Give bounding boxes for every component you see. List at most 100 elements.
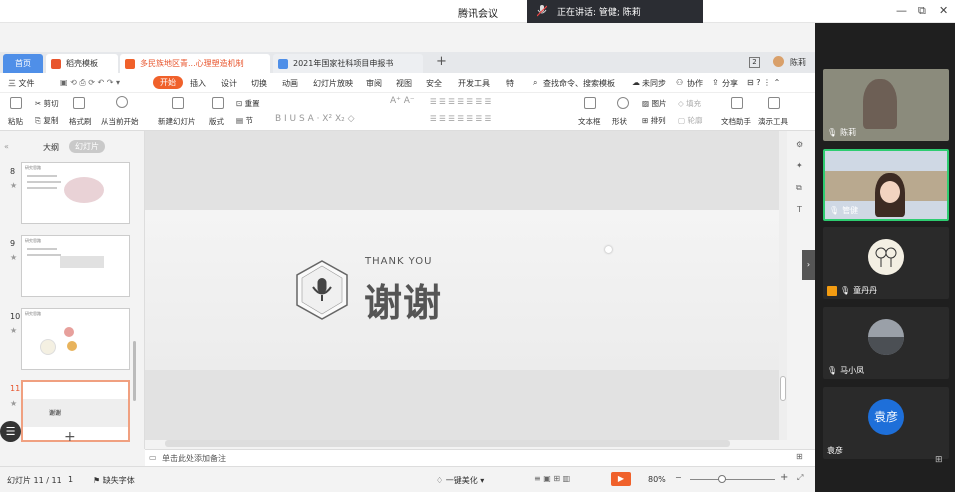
add-slide-button[interactable]: + <box>64 429 76 445</box>
shape-button[interactable]: 形状 <box>612 116 627 127</box>
textbox-icon[interactable] <box>584 97 596 109</box>
minimize-icon[interactable]: — <box>896 4 907 17</box>
font-grow-icons[interactable]: A⁺ A⁻ <box>390 96 415 106</box>
play-slideshow-button[interactable]: ▶ <box>611 472 631 486</box>
grid-view-icon[interactable]: ⊞ <box>935 455 943 465</box>
menu-item-slideshow[interactable]: 幻灯片放映 <box>313 78 353 89</box>
new-slide-button[interactable]: 新建幻灯片 <box>158 116 196 127</box>
user-icon <box>827 285 837 296</box>
tab-home[interactable]: 首页 <box>3 54 43 73</box>
tab-presentation[interactable]: 多民族地区青...心理塑造机制 <box>120 54 270 73</box>
play-icon[interactable] <box>116 96 128 108</box>
doc-assistant-icon[interactable] <box>731 97 743 109</box>
quick-access-icons[interactable]: ▣ ⟲ ⎙ ⟳ ↶ ↷ ▾ <box>60 78 120 88</box>
ppt-file-icon <box>125 59 135 69</box>
section-button[interactable]: ▤ 节 <box>236 115 253 126</box>
zoom-level[interactable]: 80% <box>648 475 666 484</box>
close-icon[interactable]: ✕ <box>939 4 948 17</box>
shape-icon[interactable]: ✦ <box>796 161 803 170</box>
panel-scrollbar[interactable] <box>133 341 136 401</box>
collapse-panel-icon[interactable]: « <box>4 142 9 151</box>
zoom-out-button[interactable]: − <box>675 473 682 482</box>
menu-item-transition[interactable]: 切换 <box>251 78 267 89</box>
layout-button[interactable]: 版式 <box>209 116 224 127</box>
outline-button[interactable]: ▢ 轮廓 <box>678 115 702 126</box>
share-button[interactable]: 分享 <box>722 78 738 89</box>
participant-tile[interactable]: 🎙 童丹丹 <box>823 227 949 299</box>
copy-icon[interactable]: ⧉ <box>796 183 802 193</box>
microphone-active-icon: 🎙 <box>829 206 840 215</box>
vertical-scroll-thumb[interactable] <box>780 376 786 401</box>
paste-button[interactable]: 粘贴 <box>8 116 23 127</box>
menu-item-animation[interactable]: 动画 <box>282 78 298 89</box>
slide-thumbnail-9[interactable]: 研究思路 <box>21 235 130 297</box>
horizontal-scrollbar[interactable] <box>165 440 730 447</box>
participant-tile[interactable]: 袁彦 袁彦 <box>823 387 949 459</box>
tab-count-badge[interactable]: 2 <box>749 57 760 68</box>
menu-item-design[interactable]: 设计 <box>221 78 237 89</box>
menu-item-devtools[interactable]: 开发工具 <box>458 78 490 89</box>
zoom-slider[interactable] <box>690 479 775 480</box>
outline-tab[interactable]: 大纲 <box>43 142 59 153</box>
zoom-slider-thumb[interactable] <box>718 475 726 483</box>
participant-tile[interactable]: 🎙 陈莉 <box>823 69 949 141</box>
slides-tab[interactable]: 幻灯片 <box>69 140 105 153</box>
vertical-scrollbar[interactable] <box>779 131 787 440</box>
picture-button[interactable]: ▨ 图片 <box>642 98 666 109</box>
paste-icon[interactable] <box>10 97 22 109</box>
align-icons[interactable]: ☰ ☰ ☰ ☰ ☰ ☰ ☰ <box>430 114 491 123</box>
menu-item-insert[interactable]: 插入 <box>190 78 206 89</box>
command-search[interactable]: 查找命令、搜索模板 <box>543 78 615 89</box>
user-avatar[interactable] <box>773 56 784 67</box>
zoom-in-button[interactable]: + <box>780 472 788 483</box>
participant-tile[interactable]: 🎙 马小凤 <box>823 307 949 379</box>
layout-icon[interactable] <box>212 97 224 109</box>
format-painter-icon[interactable] <box>73 97 85 109</box>
present-tools-button[interactable]: 演示工具 <box>758 116 788 127</box>
fit-window-icon[interactable]: ⤢ <box>797 473 803 483</box>
tab-label: 首页 <box>15 59 31 68</box>
menu-item-review[interactable]: 审阅 <box>366 78 382 89</box>
reset-button[interactable]: ⊡ 重置 <box>236 98 260 109</box>
beautify-button[interactable]: ♢ 一键美化 ▾ <box>436 475 484 486</box>
view-mode-icons[interactable]: ≡ ▣ ⊞ ▥ <box>534 474 570 483</box>
present-tools-icon[interactable] <box>768 97 780 109</box>
missing-font-button[interactable]: ⚑ 缺失字体 <box>93 475 135 486</box>
properties-icon[interactable]: ⚙ <box>796 140 803 149</box>
new-tab-button[interactable]: + <box>436 54 447 69</box>
textbox-button[interactable]: 文本框 <box>578 116 601 127</box>
doc-assistant-button[interactable]: 文档助手 <box>721 116 751 127</box>
menu-item-security[interactable]: 安全 <box>426 78 442 89</box>
tab-docer[interactable]: 稻壳模板 <box>46 54 118 73</box>
file-menu[interactable]: 三 文件 <box>8 78 35 89</box>
thumb-title: 研究思路 <box>25 311 41 316</box>
font-style-icons[interactable]: B I U S A · X² X₂ ◇ <box>275 114 355 124</box>
format-painter-button[interactable]: 格式刷 <box>69 116 92 127</box>
fill-button[interactable]: ◇ 填充 <box>678 98 701 109</box>
menu-item-special[interactable]: 特 <box>506 78 514 89</box>
slide-thumbnail-8[interactable]: 研究思路 <box>21 162 130 224</box>
menu-item-view[interactable]: 视图 <box>396 78 412 89</box>
cut-button[interactable]: ✂ 剪切 <box>35 98 59 109</box>
more-icons[interactable]: ⊟ ? ⋮ ⌃ <box>747 78 780 87</box>
shape-icon[interactable] <box>617 97 629 109</box>
restore-icon[interactable]: ⧉ <box>918 4 926 18</box>
grid-icon[interactable]: ⊞ <box>796 452 803 461</box>
arrange-button[interactable]: ⊞ 排列 <box>642 115 666 126</box>
notes-placeholder[interactable]: 单击此处添加备注 <box>162 453 226 464</box>
copy-button[interactable]: ⎘ 复制 <box>35 115 58 126</box>
collab-button[interactable]: 协作 <box>687 78 703 89</box>
participant-tile-active[interactable]: 🎙 管健 <box>823 149 949 221</box>
participant-avatar <box>868 239 904 275</box>
tab-word-doc[interactable]: 2021年国家社科项目申报书 <box>273 54 423 73</box>
expand-video-panel-icon[interactable]: › <box>802 250 815 280</box>
paragraph-icons[interactable]: ☰ ☰ ☰ ☰ ☰ ☰ ☰ <box>430 97 491 106</box>
menu-float-icon[interactable]: ☰ <box>0 421 21 442</box>
sync-status[interactable]: 未同步 <box>642 78 666 89</box>
participant-name: 管健 <box>842 206 859 215</box>
menu-item-start[interactable]: 开始 <box>153 76 183 89</box>
slide-thumbnail-10[interactable]: 研究思路 <box>21 308 130 370</box>
new-slide-icon[interactable] <box>172 97 184 109</box>
from-current-button[interactable]: 从当前开始 <box>101 116 139 127</box>
text-icon[interactable]: T <box>797 205 802 214</box>
